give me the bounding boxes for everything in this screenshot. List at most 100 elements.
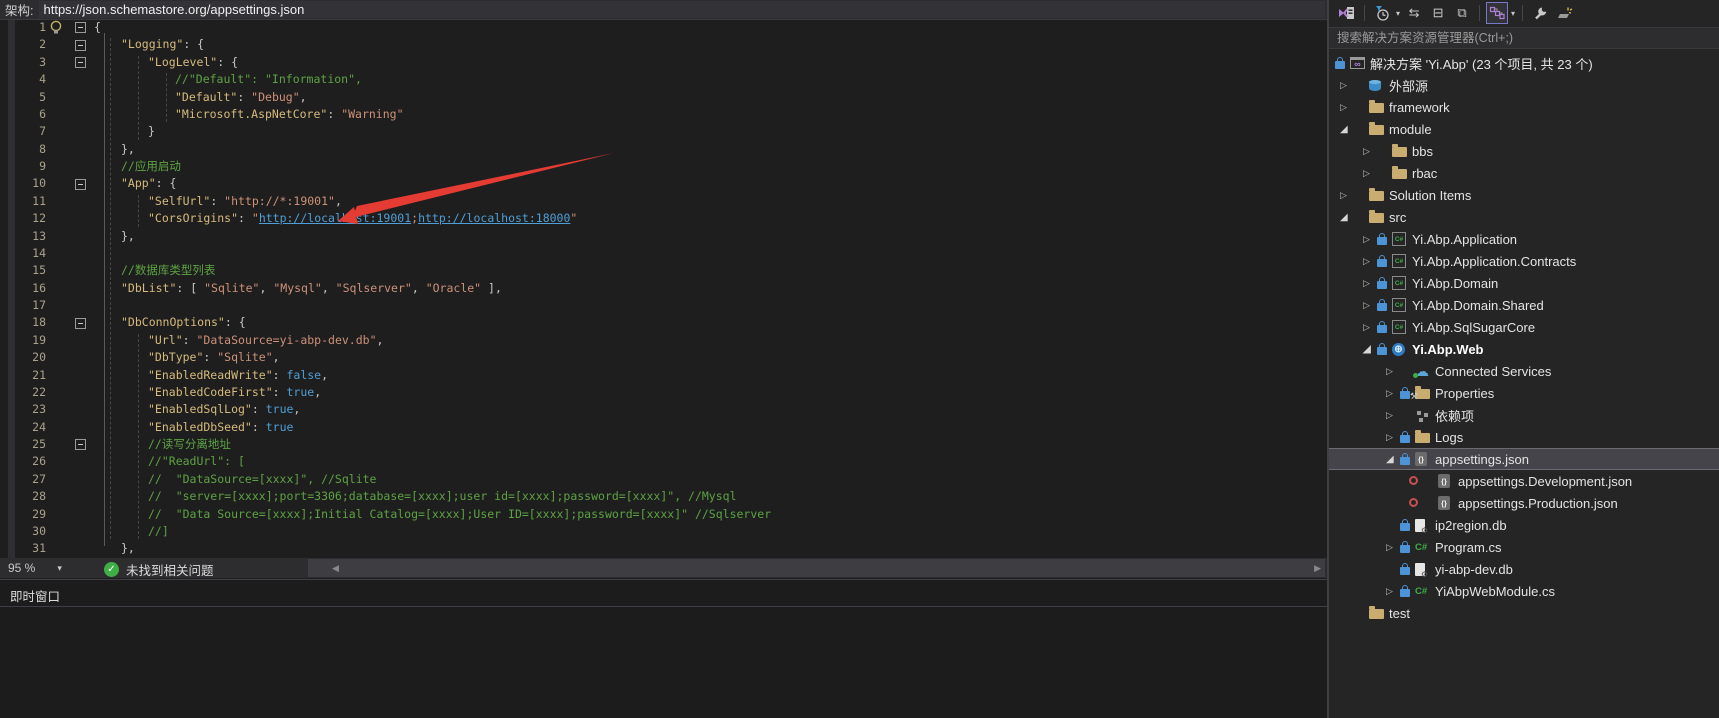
tree-item[interactable]: test: [1329, 602, 1719, 624]
lightbulb-icon[interactable]: [46, 19, 66, 36]
tree-item[interactable]: ▷C#Yi.Abp.Domain: [1329, 272, 1719, 294]
zoom-level-dropdown[interactable]: 95 % ▾: [0, 558, 88, 578]
expander-collapsed-icon[interactable]: ▷: [1386, 432, 1400, 443]
fold-collapse-toggle[interactable]: [75, 57, 86, 68]
code-line[interactable]: 1{: [0, 19, 1327, 36]
url-link[interactable]: http://localhost:18000: [418, 211, 570, 225]
document-health-indicator[interactable]: ✓ 未找到相关问题: [104, 560, 214, 579]
tree-item[interactable]: ▷☁Connected Services: [1329, 360, 1719, 382]
expander-collapsed-icon[interactable]: ▷: [1386, 366, 1400, 377]
tree-item[interactable]: ◢{}appsettings.json: [1329, 448, 1719, 470]
code-line[interactable]: 7}: [0, 123, 1327, 140]
tree-item[interactable]: ▷Logs: [1329, 426, 1719, 448]
fold-collapse-toggle[interactable]: [75, 318, 86, 329]
tree-item[interactable]: ▷bbs: [1329, 140, 1719, 162]
code-line[interactable]: 4//"Default": "Information",: [0, 71, 1327, 88]
code-line[interactable]: 22"EnabledCodeFirst": true,: [0, 384, 1327, 401]
code-line[interactable]: 26//"ReadUrl": [: [0, 453, 1327, 470]
tree-item[interactable]: ∞解决方案 'Yi.Abp' (23 个项目, 共 23 个): [1329, 52, 1719, 74]
tree-item[interactable]: ▷外部源: [1329, 74, 1719, 96]
search-input[interactable]: [1329, 27, 1719, 49]
fold-collapse-toggle[interactable]: [75, 439, 86, 450]
code-line[interactable]: 5"Default": "Debug",: [0, 89, 1327, 106]
code-line[interactable]: 3"LogLevel": {: [0, 54, 1327, 71]
fold-collapse-toggle[interactable]: [75, 179, 86, 190]
tree-item[interactable]: ▷C#Yi.Abp.Domain.Shared: [1329, 294, 1719, 316]
code-line[interactable]: 21"EnabledReadWrite": false,: [0, 367, 1327, 384]
code-line[interactable]: 12"CorsOrigins": "http://localhost:19001…: [0, 210, 1327, 227]
expander-collapsed-icon[interactable]: ▷: [1340, 190, 1354, 201]
expander-collapsed-icon[interactable]: ▷: [1363, 300, 1377, 311]
expander-collapsed-icon[interactable]: ▷: [1340, 102, 1354, 113]
tree-item[interactable]: ▷依赖项: [1329, 404, 1719, 426]
tree-item[interactable]: ◢src: [1329, 206, 1719, 228]
expander-expanded-icon[interactable]: ◢: [1386, 454, 1400, 465]
code-line[interactable]: 20"DbType": "Sqlite",: [0, 349, 1327, 366]
expander-collapsed-icon[interactable]: ▷: [1386, 388, 1400, 399]
expander-collapsed-icon[interactable]: ▷: [1363, 168, 1377, 179]
tree-item[interactable]: ▷C#Program.cs: [1329, 536, 1719, 558]
track-selected-item-icon[interactable]: [1486, 2, 1508, 24]
pending-changes-filter-icon[interactable]: [1371, 2, 1393, 24]
tree-item[interactable]: ▷C#Yi.Abp.Application: [1329, 228, 1719, 250]
tree-item[interactable]: ▷C#YiAbpWebModule.cs: [1329, 580, 1719, 602]
scroll-right-icon[interactable]: ▶: [1314, 563, 1321, 573]
scroll-left-icon[interactable]: ◀: [332, 563, 339, 573]
sync-with-active-document-icon[interactable]: ⇆: [1403, 2, 1425, 24]
expander-collapsed-icon[interactable]: ▷: [1363, 322, 1377, 333]
code-line[interactable]: 29// "Data Source=[xxxx];Initial Catalog…: [0, 506, 1327, 523]
code-line[interactable]: 28// "server=[xxxx];port=3306;database=[…: [0, 488, 1327, 505]
code-line[interactable]: 16"DbList": [ "Sqlite", "Mysql", "Sqlser…: [0, 280, 1327, 297]
tree-item[interactable]: ▷⚒Properties: [1329, 382, 1719, 404]
expander-collapsed-icon[interactable]: ▷: [1363, 256, 1377, 267]
expander-collapsed-icon[interactable]: ▷: [1363, 146, 1377, 157]
code-line[interactable]: 6"Microsoft.AspNetCore": "Warning": [0, 106, 1327, 123]
properties-wrench-icon[interactable]: [1529, 2, 1551, 24]
tree-item[interactable]: ▷Solution Items: [1329, 184, 1719, 206]
expander-collapsed-icon[interactable]: ▷: [1386, 542, 1400, 553]
fold-collapse-toggle[interactable]: [75, 40, 86, 51]
collapse-all-icon[interactable]: ⊟: [1427, 2, 1449, 24]
tree-item[interactable]: ▷framework: [1329, 96, 1719, 118]
schema-url-combobox[interactable]: https://json.schemastore.org/appsettings…: [39, 1, 1325, 18]
code-line[interactable]: 9//应用启动: [0, 158, 1327, 175]
code-line[interactable]: 24"EnabledDbSeed": true: [0, 419, 1327, 436]
code-line[interactable]: 10"App": {: [0, 175, 1327, 192]
expander-collapsed-icon[interactable]: ▷: [1363, 234, 1377, 245]
code-line[interactable]: 13},: [0, 228, 1327, 245]
code-line[interactable]: 25//读写分离地址: [0, 436, 1327, 453]
chevron-down-icon[interactable]: ▾: [1511, 9, 1515, 18]
code-line[interactable]: 27// "DataSource=[xxxx]", //Sqlite: [0, 471, 1327, 488]
tree-item[interactable]: {}appsettings.Production.json: [1329, 492, 1719, 514]
fold-collapse-toggle[interactable]: [75, 22, 86, 33]
horizontal-scrollbar[interactable]: ◀ ▶: [308, 559, 1325, 577]
code-line[interactable]: 30//]: [0, 523, 1327, 540]
code-line[interactable]: 11"SelfUrl": "http://*:19001",: [0, 193, 1327, 210]
code-line[interactable]: 2"Logging": {: [0, 36, 1327, 53]
tree-item[interactable]: ▷C#Yi.Abp.SqlSugarCore: [1329, 316, 1719, 338]
code-line[interactable]: 31},: [0, 540, 1327, 557]
tree-item[interactable]: ◢module: [1329, 118, 1719, 140]
expander-expanded-icon[interactable]: ◢: [1340, 124, 1354, 135]
expander-collapsed-icon[interactable]: ▷: [1386, 586, 1400, 597]
show-all-files-icon[interactable]: ⧉: [1451, 2, 1473, 24]
expander-expanded-icon[interactable]: ◢: [1363, 344, 1377, 355]
code-line[interactable]: 14: [0, 245, 1327, 262]
code-line[interactable]: 23"EnabledSqlLog": true,: [0, 401, 1327, 418]
code-line[interactable]: 15//数据库类型列表: [0, 262, 1327, 279]
expander-collapsed-icon[interactable]: ▷: [1386, 410, 1400, 421]
tree-item[interactable]: ip2region.db: [1329, 514, 1719, 536]
expander-collapsed-icon[interactable]: ▷: [1363, 278, 1377, 289]
code-line[interactable]: 8},: [0, 141, 1327, 158]
expander-expanded-icon[interactable]: ◢: [1340, 212, 1354, 223]
chevron-down-icon[interactable]: ▾: [1396, 9, 1400, 18]
expander-collapsed-icon[interactable]: ▷: [1340, 80, 1354, 91]
tree-item[interactable]: ▷rbac: [1329, 162, 1719, 184]
url-link[interactable]: http://localhost:19001: [259, 211, 411, 225]
code-line[interactable]: 19"Url": "DataSource=yi-abp-dev.db",: [0, 332, 1327, 349]
switch-views-icon[interactable]: [1336, 2, 1358, 24]
code-line[interactable]: 18"DbConnOptions": {: [0, 314, 1327, 331]
tree-item[interactable]: ◢⊕Yi.Abp.Web: [1329, 338, 1719, 360]
code-editor[interactable]: 1{2"Logging": {3"LogLevel": {4//"Default…: [0, 19, 1327, 558]
code-line[interactable]: 17: [0, 297, 1327, 314]
